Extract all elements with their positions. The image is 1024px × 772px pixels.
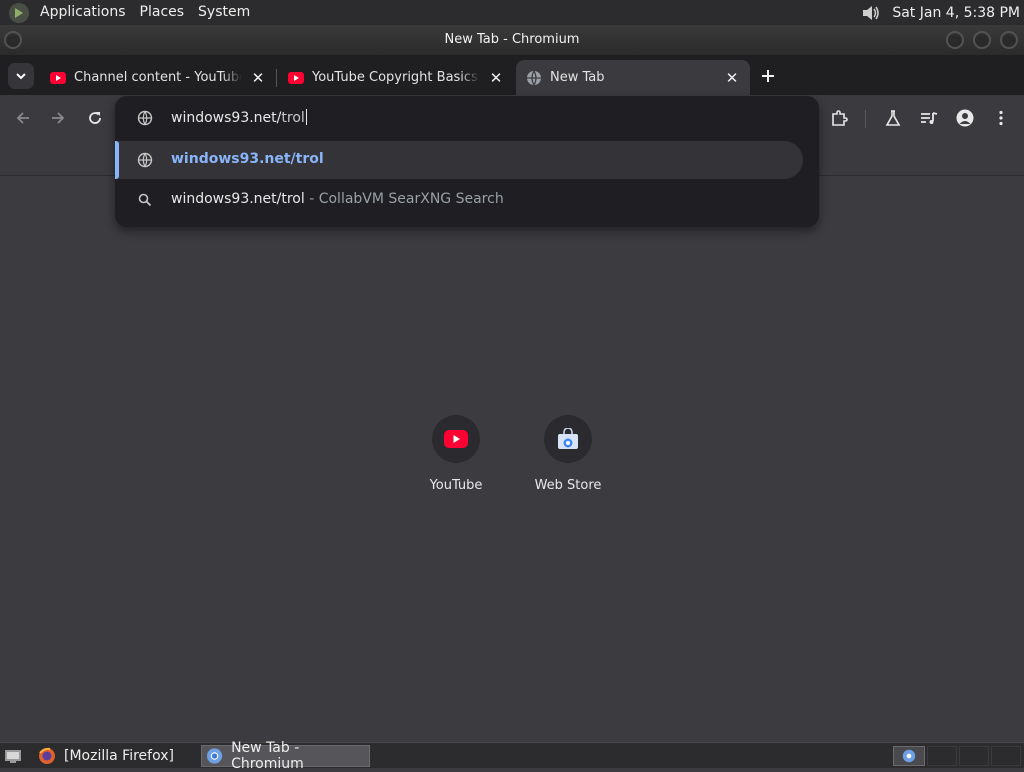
window-title: New Tab - Chromium <box>444 32 580 47</box>
toolbar-divider <box>865 110 866 128</box>
minimize-button[interactable] <box>946 31 964 49</box>
tab-copyright-basics[interactable]: YouTube Copyright Basics - YouTube ✕ <box>278 60 514 95</box>
volume-icon[interactable] <box>860 3 882 23</box>
text-caret <box>305 109 307 125</box>
chromium-icon <box>206 748 223 764</box>
arrow-left-icon <box>16 112 29 124</box>
menu-system[interactable]: System <box>191 0 257 25</box>
tab-title: YouTube Copyright Basics - YouTube <box>312 70 480 85</box>
firefox-icon <box>39 747 55 764</box>
media-queue-icon <box>921 112 938 124</box>
shortcut-icon-circle <box>432 415 480 463</box>
panel-tray: Sat Jan 4, 5:38 PM <box>860 0 1024 25</box>
close-window-button[interactable] <box>1000 31 1018 49</box>
youtube-icon <box>444 430 468 448</box>
youtube-icon <box>50 71 66 84</box>
plus-icon <box>762 70 774 82</box>
workspace-3[interactable] <box>959 746 989 766</box>
suggestion-text: windows93.net/trol <box>171 151 324 167</box>
window-titlebar[interactable]: New Tab - Chromium <box>0 25 1024 55</box>
selection-indicator <box>115 141 119 179</box>
person-icon <box>956 109 974 127</box>
chevron-down-icon <box>16 73 26 80</box>
top-panel: Applications Places System Sat Jan 4, 5:… <box>0 0 1024 25</box>
workspace-1[interactable] <box>893 746 925 766</box>
taskbar-firefox[interactable]: [Mozilla Firefox] <box>34 745 198 767</box>
suggestion-url[interactable]: windows93.net/trol <box>115 141 803 179</box>
tab-title: Channel content - YouTube Studio <box>74 70 242 85</box>
suggestion-description: - CollabVM SearXNG Search <box>304 191 504 207</box>
tab-strip: Channel content - YouTube Studio ✕ YouTu… <box>0 55 1024 95</box>
new-tab-page: YouTube Web Store <box>0 176 1024 742</box>
show-desktop-button[interactable] <box>2 745 24 767</box>
web-store-icon <box>558 428 578 449</box>
suggestion-search[interactable]: windows93.net/trol - CollabVM SearXNG Se… <box>115 181 819 219</box>
shortcut-web-store[interactable]: Web Store <box>512 410 624 500</box>
menu-places[interactable]: Places <box>133 0 192 25</box>
browser-menu-button[interactable] <box>989 106 1013 130</box>
more-vert-icon <box>999 110 1003 126</box>
taskbar-item-label: [Mozilla Firefox] <box>64 748 174 764</box>
reload-button[interactable] <box>83 106 107 130</box>
globe-icon <box>137 110 153 126</box>
close-tab-icon[interactable]: ✕ <box>722 68 742 88</box>
maximize-button[interactable] <box>973 31 991 49</box>
tab-separator <box>276 69 277 87</box>
shortcut-youtube[interactable]: YouTube <box>400 410 512 500</box>
address-input[interactable]: windows93.net/trol <box>171 109 307 126</box>
typed-text: windows93.net/ <box>171 110 282 126</box>
workspace-2[interactable] <box>927 746 957 766</box>
omnibox-popup: windows93.net/trol windows93.net/trol wi… <box>115 96 819 227</box>
desktop-icon <box>5 750 21 763</box>
distro-logo-icon[interactable] <box>9 2 29 23</box>
labs-button[interactable] <box>881 106 905 130</box>
close-tab-icon[interactable]: ✕ <box>486 68 506 88</box>
clock[interactable]: Sat Jan 4, 5:38 PM <box>892 5 1020 21</box>
shortcut-label: Web Store <box>534 478 602 493</box>
menu-applications[interactable]: Applications <box>33 0 133 25</box>
taskbar-chromium[interactable]: New Tab - Chromium <box>201 740 370 772</box>
arrow-right-icon <box>52 112 65 124</box>
suggestion-query: windows93.net/trol <box>171 191 305 207</box>
tab-title: New Tab <box>550 70 605 85</box>
main-menu: Applications Places System <box>0 0 257 25</box>
tab-channel-content[interactable]: Channel content - YouTube Studio ✕ <box>40 60 276 95</box>
chromium-icon <box>902 749 916 763</box>
autocomplete-text: trol <box>281 110 305 126</box>
profile-button[interactable] <box>953 106 977 130</box>
flask-icon <box>885 110 901 126</box>
tab-new-tab[interactable]: New Tab ✕ <box>516 60 750 95</box>
youtube-icon <box>288 71 304 84</box>
new-tab-button[interactable] <box>756 64 780 88</box>
shortcut-label: YouTube <box>429 478 483 493</box>
back-button[interactable] <box>11 106 35 130</box>
search-icon <box>138 193 152 207</box>
globe-icon <box>137 152 153 168</box>
puzzle-icon <box>832 110 848 126</box>
taskbar-item-label: New Tab - Chromium <box>231 740 304 772</box>
close-tab-icon[interactable]: ✕ <box>248 68 268 88</box>
media-controls-button[interactable] <box>917 106 941 130</box>
bottom-taskbar: [Mozilla Firefox] New Tab - Chromium <box>0 740 1024 772</box>
extensions-button[interactable] <box>827 106 851 130</box>
reload-icon <box>89 112 101 124</box>
shortcut-icon-circle <box>544 415 592 463</box>
tab-search-button[interactable] <box>8 63 34 89</box>
suggestion-text: windows93.net/trol - CollabVM SearXNG Se… <box>171 191 504 207</box>
address-bar[interactable]: windows93.net/trol <box>115 96 819 140</box>
forward-button[interactable] <box>46 106 70 130</box>
workspace-4[interactable] <box>991 746 1021 766</box>
globe-icon <box>527 70 541 85</box>
